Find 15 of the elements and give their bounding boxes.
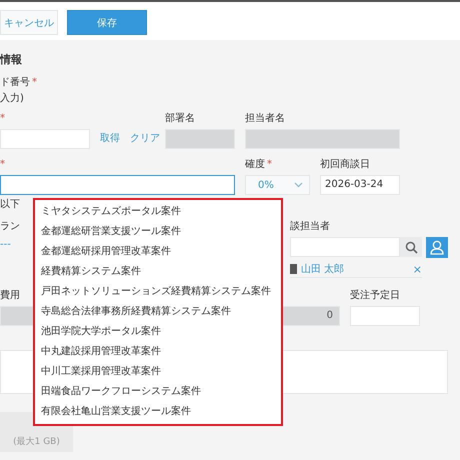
field-label: 確度 xyxy=(245,159,265,171)
field-label: 初回商談日 xyxy=(320,159,370,171)
field-hint: 以下 xyxy=(0,199,20,211)
required-mark: * xyxy=(32,77,37,89)
field-label: ラン xyxy=(0,221,20,233)
required-mark: * xyxy=(0,159,5,171)
field-label: 担当者名 xyxy=(245,113,285,125)
field-label: 部署名 xyxy=(165,113,196,125)
field-label: 受注予定日 xyxy=(350,290,400,302)
required-mark: * xyxy=(0,113,5,125)
required-mark: * xyxy=(267,159,272,171)
field-note: 入力) xyxy=(0,93,25,105)
field-label: 談担当者 xyxy=(290,221,331,233)
field-label: ド番号 xyxy=(0,77,30,89)
field-label: 費用 xyxy=(0,290,20,302)
